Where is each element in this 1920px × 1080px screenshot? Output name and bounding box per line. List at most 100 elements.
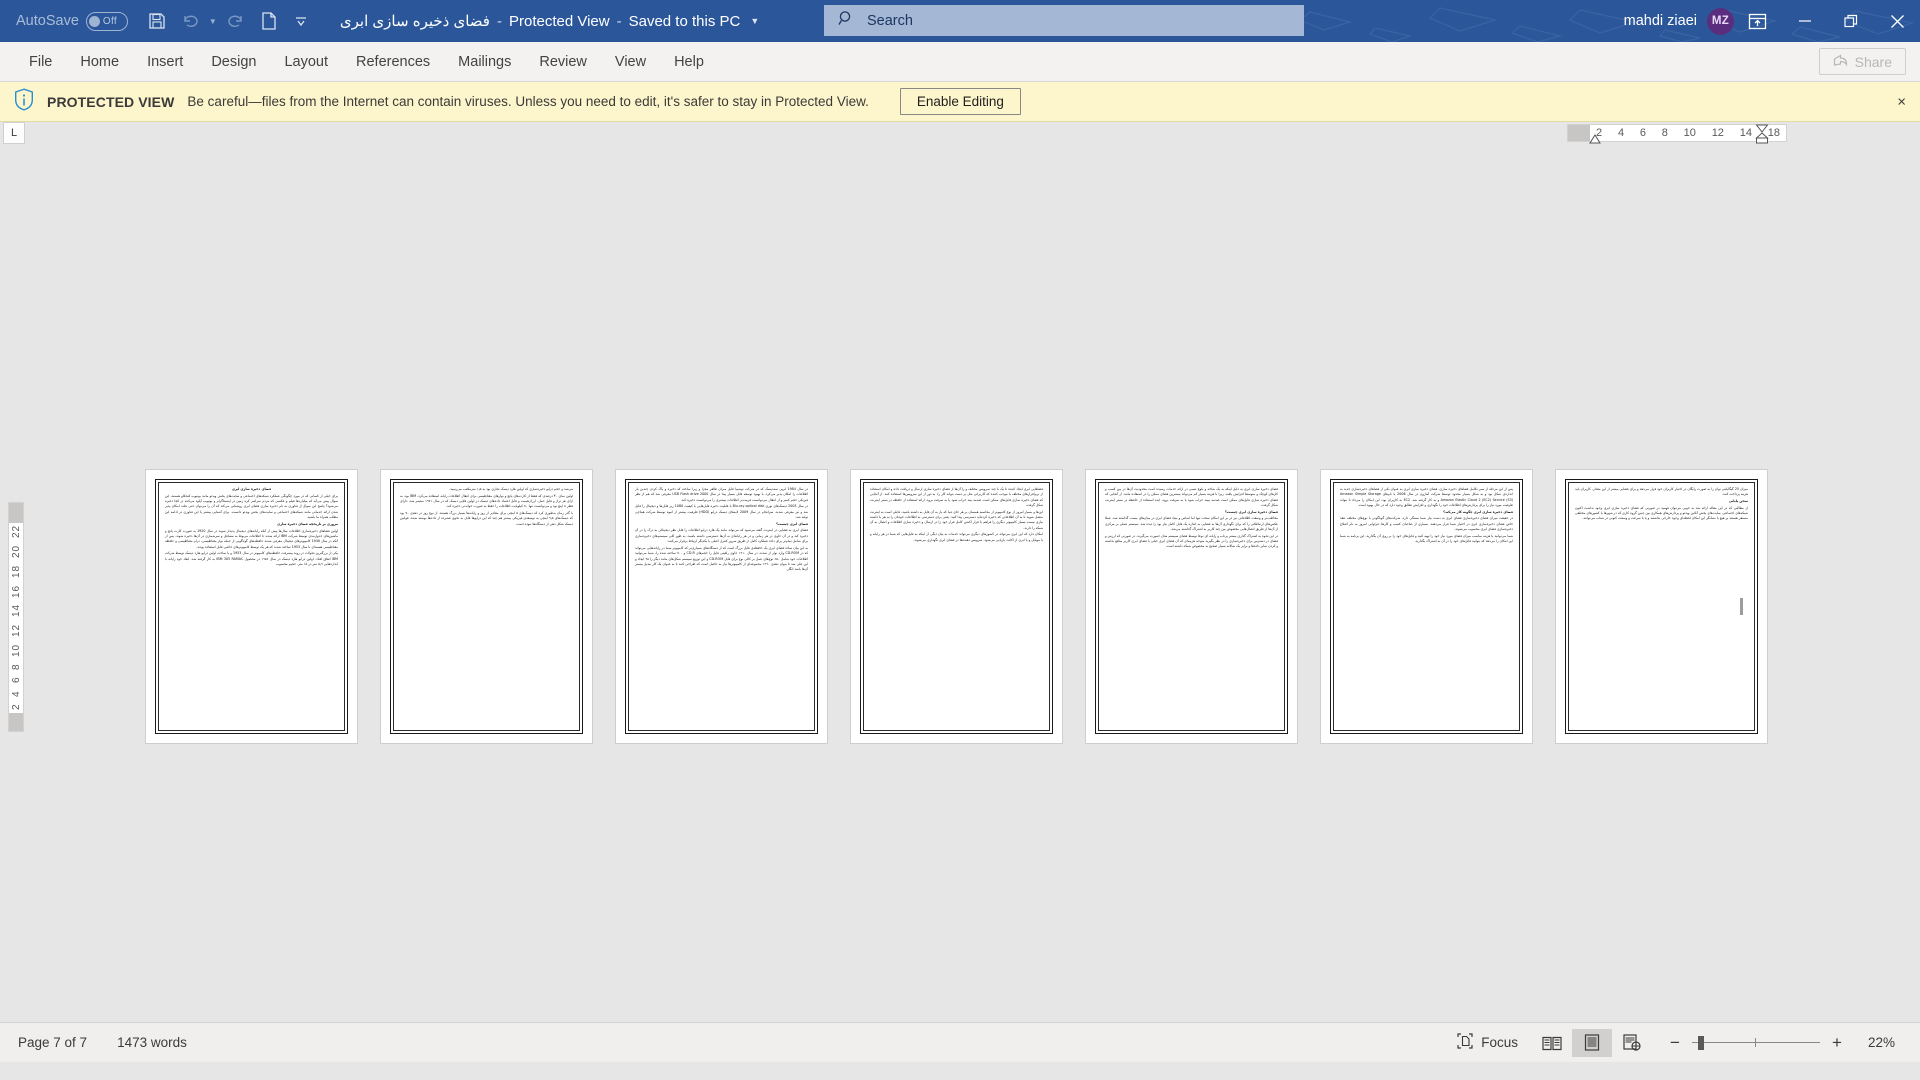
vertical-ruler-ticks: 2 4 6 8 10 12 14 16 18 20 22 — [11, 525, 22, 710]
zoom-slider-thumb[interactable] — [1698, 1035, 1704, 1050]
tab-references[interactable]: References — [343, 48, 443, 76]
page-5-para-1: فضای ذخیره سازی ابری به دلیل اینکه به یک… — [1105, 487, 1278, 507]
page-3[interactable]: در سال 1984 ام‌پی سه‌دیسک که در شرکت توش… — [616, 470, 827, 743]
page-1-para-2: اولین فضاهای ذخیره‌سازی اطلاعات سال‌ها پ… — [165, 528, 338, 549]
customize-quick-access-toolbar-icon[interactable] — [286, 6, 316, 36]
undo-dropdown-icon[interactable]: ▼ — [206, 6, 220, 36]
autosave-toggle[interactable]: Off — [85, 11, 128, 31]
print-layout-icon[interactable] — [1572, 1028, 1612, 1057]
page-6[interactable]: پس از این مرحله از سیر تکامل فضاهای ذخیر… — [1321, 470, 1532, 743]
ruler-tick: 18 — [1767, 127, 1780, 139]
page-4-para-2: این‌ها و بسیار امروز از نوع کامپیوتر از … — [870, 509, 1043, 530]
share-icon — [1833, 53, 1848, 71]
enable-editing-button[interactable]: Enable Editing — [899, 88, 1021, 115]
ruler-tick: 10 — [10, 643, 22, 657]
status-bar: Page 7 of 7 1473 words Focus − + 22% — [0, 1022, 1920, 1062]
read-mode-icon[interactable] — [1532, 1029, 1572, 1057]
page-7-para-2: از مطالبی که در این مقاله ارائه شد به خو… — [1575, 505, 1748, 521]
title-separator-1: - — [496, 12, 502, 30]
protected-view-bar: PROTECTED VIEW Be careful—files from the… — [0, 82, 1920, 122]
page-5[interactable]: فضای ذخیره سازی ابری به دلیل اینکه به یک… — [1086, 470, 1297, 743]
ruler-tick: 8 — [10, 663, 22, 670]
zoom-in-button[interactable]: + — [1830, 1033, 1844, 1053]
page-2-text: می‌شد و حجم درایو ذخیره‌سازی که اولین ها… — [397, 485, 576, 530]
ruler-tick: 6 — [10, 676, 22, 683]
ruler-tick: 16 — [10, 583, 22, 598]
minimize-icon[interactable] — [1782, 0, 1828, 42]
page-7-para-1: میزان 25 گیگابایتی توان را به صورت رایگا… — [1575, 487, 1748, 497]
protected-view-badge: PROTECTED VIEW — [47, 93, 175, 110]
ruler-tick: 20 — [10, 544, 22, 558]
tab-mailings[interactable]: Mailings — [445, 48, 524, 76]
focus-icon — [1457, 1033, 1473, 1052]
search-input[interactable]: Search — [824, 5, 1304, 36]
tab-home[interactable]: Home — [67, 48, 132, 76]
page-7[interactable]: میزان 25 گیگابایتی توان را به صورت رایگا… — [1556, 470, 1767, 743]
word-count[interactable]: 1473 words — [117, 1035, 187, 1050]
save-icon[interactable] — [142, 6, 172, 36]
document-title: فضای ذخیره سازی ابری — [339, 13, 490, 30]
info-shield-icon — [14, 87, 34, 116]
page-7-frame: میزان 25 گیگابایتی توان را به صورت رایگا… — [1565, 479, 1758, 734]
left-indent-marker-icon[interactable] — [1589, 134, 1601, 144]
page-6-text: پس از این مرحله از سیر تکامل فضاهای ذخیر… — [1337, 485, 1516, 548]
ribbon-display-options-icon[interactable] — [1732, 0, 1782, 42]
ruler-margin-area — [1568, 125, 1590, 141]
ruler-tick: 14 — [1739, 127, 1752, 139]
restore-icon[interactable] — [1828, 0, 1874, 42]
right-indent-marker-icon[interactable] — [1755, 124, 1769, 144]
page-6-frame: پس از این مرحله از سیر تکامل فضاهای ذخیر… — [1330, 479, 1523, 734]
tab-stop-selector[interactable]: L — [3, 122, 25, 144]
zoom-out-button[interactable]: − — [1668, 1033, 1682, 1053]
web-layout-icon[interactable] — [1612, 1029, 1652, 1057]
status-bar-left: Page 7 of 7 1473 words — [0, 1035, 187, 1050]
page-indicator[interactable]: Page 7 of 7 — [18, 1035, 87, 1050]
zoom-slider-midpoint — [1755, 1037, 1756, 1047]
page-1-heading-2: مروری بر تاریخچه فضای ذخیره سازی — [277, 521, 338, 526]
page-4[interactable]: فضاهایی ابری ایجاد کننده تا یک با چند سر… — [851, 470, 1062, 743]
tab-file[interactable]: File — [16, 48, 65, 76]
vertical-ruler-top-margin — [9, 503, 23, 523]
close-protected-view-bar-icon[interactable]: × — [1897, 93, 1906, 110]
page-2[interactable]: می‌شد و حجم درایو ذخیره‌سازی که اولین ها… — [381, 470, 592, 743]
vertical-ruler[interactable]: 2 4 6 8 10 12 14 16 18 20 22 — [8, 502, 24, 732]
page-3-text: در سال 1984 ام‌پی سه‌دیسک که در شرکت توش… — [632, 485, 811, 576]
tab-review[interactable]: Review — [526, 48, 600, 76]
zoom-slider[interactable] — [1692, 1035, 1820, 1051]
ruler-tick: 12 — [10, 623, 22, 637]
new-document-icon[interactable] — [254, 6, 284, 36]
undo-icon[interactable] — [174, 6, 204, 36]
page-3-heading: فضای ابری چیست؟ — [776, 521, 808, 526]
account-area[interactable]: mahdi ziaei MZ — [1624, 0, 1734, 42]
document-title-area[interactable]: فضای ذخیره سازی ابری - Protected View - … — [339, 12, 759, 31]
tab-insert[interactable]: Insert — [134, 48, 196, 76]
page-2-para-2: اولین نمای ۴۰ درصدی که فقط از کارت‌های پ… — [400, 493, 574, 509]
autosave-control[interactable]: AutoSave Off — [16, 11, 128, 31]
tab-help[interactable]: Help — [661, 48, 717, 76]
search-icon — [838, 10, 855, 32]
window-controls — [1732, 0, 1920, 42]
focus-button[interactable]: Focus — [1443, 1033, 1532, 1052]
tab-layout[interactable]: Layout — [271, 48, 341, 76]
document-canvas[interactable]: 2 4 6 8 10 12 14 16 18 20 22 فضای ذخیره … — [0, 144, 1920, 1062]
share-button[interactable]: Share — [1818, 48, 1906, 75]
quick-access-toolbar: ▼ — [142, 6, 316, 36]
page-7-heading: سخن پایانی — [1728, 499, 1748, 504]
tab-view[interactable]: View — [602, 48, 659, 76]
zoom-percent[interactable]: 22% — [1868, 1035, 1906, 1050]
tab-design[interactable]: Design — [198, 48, 269, 76]
page-4-frame: فضاهایی ابری ایجاد کننده تا یک با چند سر… — [860, 479, 1053, 734]
ruler-tick: 14 — [10, 603, 22, 617]
close-icon[interactable] — [1874, 0, 1920, 42]
page-3-frame: در سال 1984 ام‌پی سه‌دیسک که در شرکت توش… — [625, 479, 818, 734]
page-1-frame: فضای ذخیره سازی ابری برای خیلی از کسانی … — [155, 479, 348, 734]
ribbon-tab-strip: File Home Insert Design Layout Reference… — [0, 42, 1920, 82]
page-1[interactable]: فضای ذخیره سازی ابری برای خیلی از کسانی … — [146, 470, 357, 743]
redo-icon[interactable] — [222, 6, 252, 36]
title-dropdown-icon[interactable]: ▼ — [750, 16, 759, 26]
text-cursor — [1740, 598, 1743, 615]
focus-label: Focus — [1481, 1035, 1518, 1050]
avatar[interactable]: MZ — [1707, 7, 1734, 35]
status-bar-right: Focus − + 22% — [1443, 1028, 1906, 1057]
page-1-heading: فضای ذخیره سازی ابری — [231, 487, 272, 491]
